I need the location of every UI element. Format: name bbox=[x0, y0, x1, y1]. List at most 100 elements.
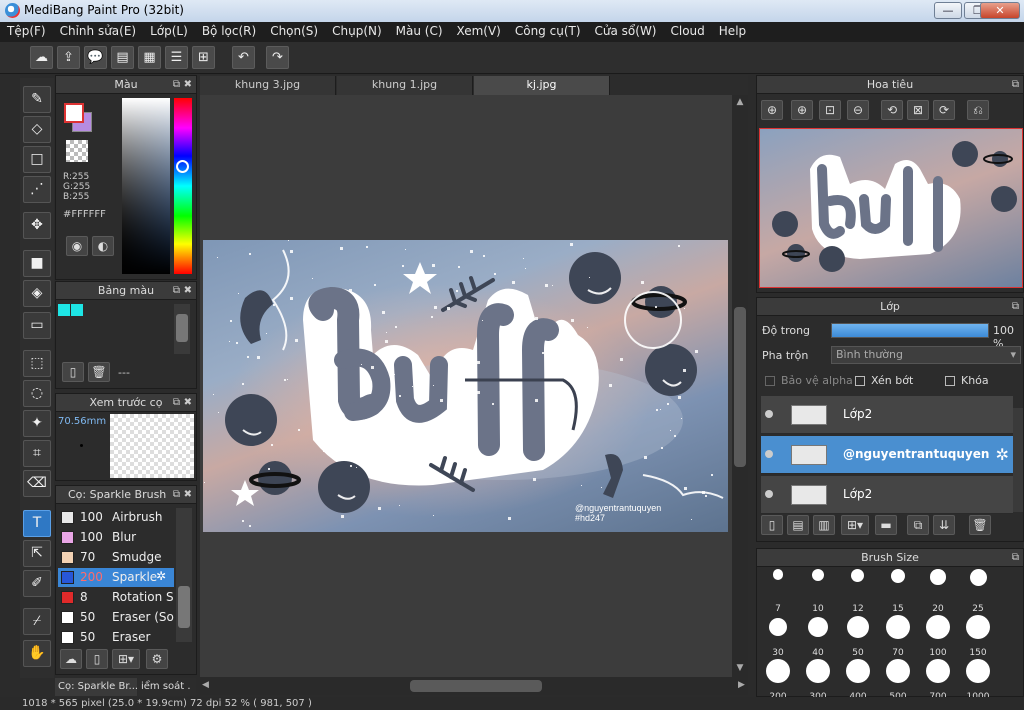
popout-icon[interactable]: ⧉ bbox=[1012, 298, 1019, 316]
new-palette-icon[interactable]: ▯ bbox=[62, 362, 84, 382]
brush-size-cell[interactable]: 40 bbox=[799, 613, 837, 659]
brush-size-cell[interactable]: 20 bbox=[919, 569, 957, 615]
visibility-eye-icon[interactable] bbox=[765, 410, 773, 418]
brush-tool-icon[interactable]: ✎ bbox=[23, 86, 51, 113]
layer-row[interactable]: Lớp2 bbox=[761, 396, 1013, 434]
hue-slider-knob[interactable] bbox=[176, 160, 189, 173]
close-button[interactable]: ✕ bbox=[980, 2, 1020, 19]
clipping-checkbox[interactable] bbox=[855, 376, 865, 386]
text-tool-icon[interactable]: T bbox=[23, 510, 51, 537]
undo-icon[interactable]: ↶ bbox=[232, 46, 255, 69]
transparent-color-swatch[interactable] bbox=[66, 140, 88, 162]
scroll-down-icon[interactable]: ▼ bbox=[734, 663, 746, 673]
menu-help[interactable]: Help bbox=[712, 22, 753, 38]
lasso-tool-icon[interactable]: ◌ bbox=[23, 380, 51, 407]
popout-icon[interactable]: ⧉ bbox=[173, 486, 180, 504]
menu-tools[interactable]: Công cụ(T) bbox=[508, 22, 588, 38]
palette-icon[interactable]: ◉ bbox=[66, 236, 88, 256]
share-icon[interactable]: ⇪ bbox=[57, 46, 80, 69]
comment-icon[interactable]: ▤ bbox=[111, 46, 134, 69]
minimize-button[interactable]: — bbox=[934, 2, 962, 19]
add-layer-menu-icon[interactable]: ⊞▾ bbox=[841, 515, 869, 535]
brush-item[interactable]: 50 Eraser (Soft bbox=[58, 608, 174, 627]
brush-item[interactable]: 70 Smudge bbox=[58, 548, 174, 567]
menu-select[interactable]: Chọn(S) bbox=[263, 22, 325, 38]
control-panel-tab[interactable]: iểm soát . bbox=[138, 678, 196, 696]
brush-size-cell[interactable]: 7 bbox=[759, 569, 797, 615]
fill-rect-tool-icon[interactable]: ■ bbox=[23, 250, 51, 277]
grid-icon[interactable]: ⊞ bbox=[192, 46, 215, 69]
artwork-canvas[interactable]: @nguyentrantuquyen #hd247 bbox=[203, 240, 728, 532]
brush-settings-icon[interactable]: ⚙ bbox=[146, 649, 168, 669]
list-icon[interactable]: ☰ bbox=[165, 46, 188, 69]
select-eraser-tool-icon[interactable]: ⌫ bbox=[23, 470, 51, 497]
brush-item[interactable]: 200 Sparkle ✲ bbox=[58, 568, 174, 587]
brush-size-cell[interactable]: 70 bbox=[879, 613, 917, 659]
color-settings-icon[interactable]: ◐ bbox=[92, 236, 114, 256]
protect-alpha-checkbox[interactable] bbox=[765, 376, 775, 386]
gradient-tool-icon[interactable]: ▭ bbox=[23, 312, 51, 339]
dot-brush-tool-icon[interactable]: ⋰ bbox=[23, 176, 51, 203]
brush-item[interactable]: 100 Blur bbox=[58, 528, 174, 547]
brush-item[interactable]: 100 Airbrush bbox=[58, 508, 174, 527]
add-brush-icon[interactable]: ⊞▾ bbox=[112, 649, 140, 669]
popout-icon[interactable]: ⧉ bbox=[173, 282, 180, 300]
rectangle-tool-icon[interactable]: □ bbox=[23, 146, 51, 173]
delete-palette-icon[interactable]: 🗑 bbox=[88, 362, 110, 382]
menu-window[interactable]: Cửa sổ(W) bbox=[588, 22, 664, 38]
vertical-scroll-thumb[interactable] bbox=[734, 307, 746, 467]
brush-item[interactable]: 50 Eraser bbox=[58, 628, 174, 647]
folder-icon[interactable]: ▬ bbox=[875, 515, 897, 535]
close-icon[interactable]: ✖ bbox=[184, 76, 192, 94]
brush-panel-tab[interactable]: Cọ: Sparkle Br... bbox=[55, 678, 137, 696]
speech-bubble-icon[interactable]: 💬 bbox=[84, 46, 107, 69]
brush-scroll-thumb[interactable] bbox=[178, 586, 190, 628]
hand-tool-icon[interactable]: ✋ bbox=[23, 640, 51, 667]
close-icon[interactable]: ✖ bbox=[184, 282, 192, 300]
new-halftone-layer-icon[interactable]: ▤ bbox=[787, 515, 809, 535]
popout-icon[interactable]: ⧉ bbox=[173, 76, 180, 94]
palette-swatch[interactable] bbox=[71, 304, 83, 316]
opacity-slider[interactable] bbox=[831, 323, 989, 338]
new-8bit-layer-icon[interactable]: ▥ bbox=[813, 515, 835, 535]
brush-size-cell[interactable]: 50 bbox=[839, 613, 877, 659]
visibility-eye-icon[interactable] bbox=[765, 490, 773, 498]
brush-size-cell[interactable]: 10 bbox=[799, 569, 837, 615]
eyedropper-tool-icon[interactable]: ⌿ bbox=[23, 608, 51, 635]
brush-size-cell[interactable]: 30 bbox=[759, 613, 797, 659]
select-tool-icon[interactable]: ⬚ bbox=[23, 350, 51, 377]
menu-file[interactable]: Tệp(F) bbox=[0, 22, 53, 38]
redo-icon[interactable]: ↷ bbox=[266, 46, 289, 69]
reset-rotation-icon[interactable]: ⎌ bbox=[967, 100, 989, 120]
operation-tool-icon[interactable]: ⇱ bbox=[23, 540, 51, 567]
rotate-right-icon[interactable]: ⟳ bbox=[933, 100, 955, 120]
scroll-left-icon[interactable]: ◀ bbox=[202, 680, 209, 690]
menu-snap[interactable]: Chụp(N) bbox=[325, 22, 389, 38]
close-icon[interactable]: ✖ bbox=[184, 394, 192, 412]
page-icon[interactable]: ▦ bbox=[138, 46, 161, 69]
divide-tool-icon[interactable]: ✐ bbox=[23, 570, 51, 597]
lock-checkbox[interactable] bbox=[945, 376, 955, 386]
popout-icon[interactable]: ⧉ bbox=[1012, 76, 1019, 94]
delete-layer-icon[interactable]: 🗑 bbox=[969, 515, 991, 535]
brush-item[interactable]: 8 Rotation Sy bbox=[58, 588, 174, 607]
new-layer-icon[interactable]: ▯ bbox=[761, 515, 783, 535]
menu-edit[interactable]: Chỉnh sửa(E) bbox=[53, 22, 144, 38]
flip-icon[interactable]: ⊠ bbox=[907, 100, 929, 120]
rotate-left-icon[interactable]: ⟲ bbox=[881, 100, 903, 120]
scroll-right-icon[interactable]: ▶ bbox=[738, 680, 745, 690]
hue-slider[interactable] bbox=[174, 98, 192, 274]
horizontal-scroll-thumb[interactable] bbox=[410, 680, 542, 692]
tab-khung-3[interactable]: khung 3.jpg bbox=[200, 76, 336, 95]
layer-row[interactable]: Lớp2 bbox=[761, 476, 1013, 514]
menu-filter[interactable]: Bộ lọc(R) bbox=[195, 22, 263, 38]
canvas-vertical-scrollbar[interactable]: ▲ ▼ bbox=[732, 95, 748, 677]
blend-mode-select[interactable]: Bình thường ▾ bbox=[831, 346, 1021, 364]
popout-icon[interactable]: ⧉ bbox=[173, 394, 180, 412]
brush-settings-gear-icon[interactable]: ✲ bbox=[156, 569, 166, 583]
menu-cloud[interactable]: Cloud bbox=[664, 22, 712, 38]
canvas-horizontal-scrollbar[interactable]: ◀ ▶ bbox=[200, 677, 748, 695]
navigator-thumbnail[interactable] bbox=[759, 128, 1023, 288]
brush-size-cell[interactable]: 150 bbox=[959, 613, 997, 659]
tab-khung-1[interactable]: khung 1.jpg bbox=[337, 76, 473, 95]
